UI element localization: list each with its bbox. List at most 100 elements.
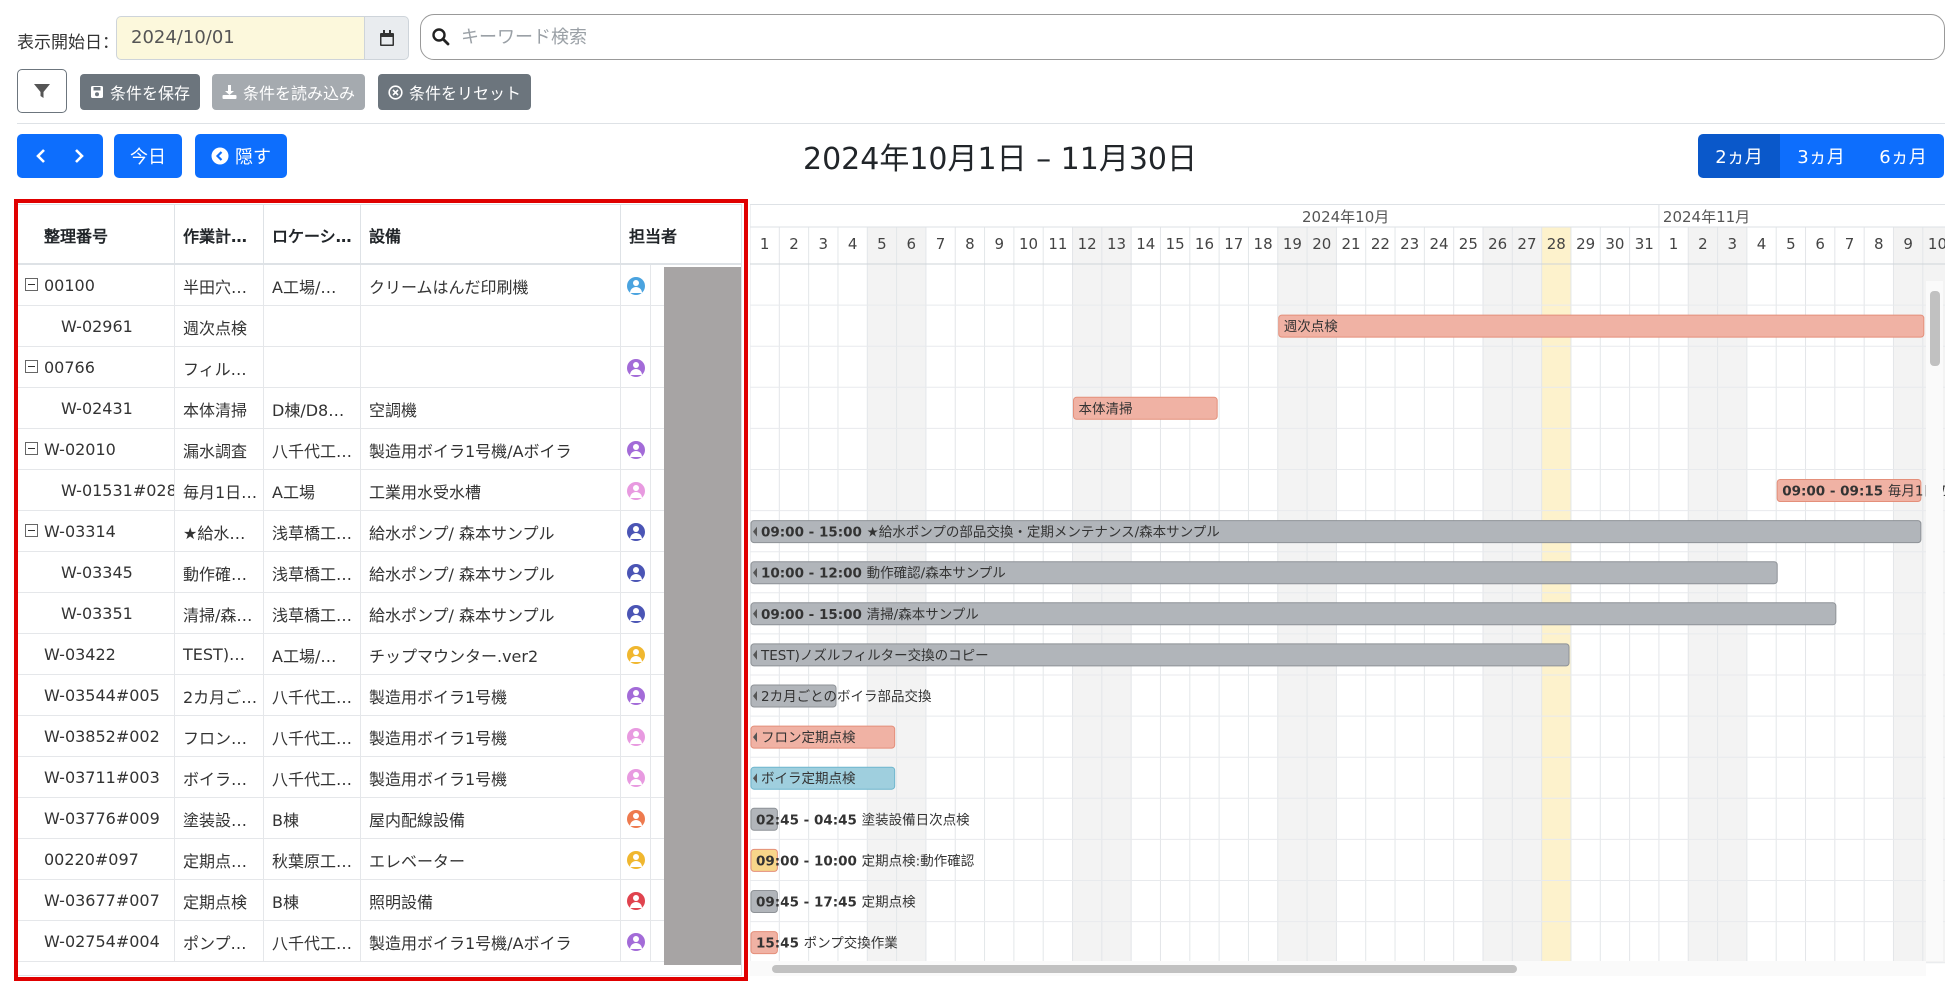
close-circle-icon [388, 84, 403, 100]
horizontal-scrollbar[interactable] [750, 961, 1926, 976]
event-label: 09:00 - 15:00 清掃/森本サンプル [761, 606, 979, 623]
day-label: 22 [1371, 235, 1390, 253]
day-label: 2 [1698, 235, 1708, 253]
filter-bar: 表示開始日： 2024/10/01 条件を保存 条件を読み込み [0, 0, 1950, 130]
event-time: 09:45 - 17:45 [756, 895, 862, 911]
row-location: 八千代工… [264, 921, 361, 962]
start-date-label: 表示開始日： [17, 33, 119, 53]
row-id: W-03345 [61, 563, 133, 582]
event-title: ポンプ交換作業 [804, 935, 899, 952]
event-title: 塗装設備日次点検 [862, 811, 970, 828]
table-row[interactable]: W-02431 本体清掃 D棟/D8… 空調機 [18, 388, 741, 429]
weekend-column [896, 227, 926, 963]
table-row[interactable]: W-03852#002 フロン… 八千代工… 製造用ボイラ1号機 [18, 716, 741, 757]
user-avatar-icon [626, 481, 645, 500]
table-row[interactable]: W-02754#004 ポンプ… 八千代工… 製造用ボイラ1号機/Aボイラ [18, 921, 741, 962]
event-label: 09:00 - 15:00 ★給水ポンプの部品交換・定期メンテナンス/森本サンプ… [761, 524, 1220, 541]
table-row[interactable]: W-03711#003 ボイラ… 八千代工… 製造用ボイラ1号機 [18, 757, 741, 798]
view-2-months[interactable]: 2ヵ月 [1698, 134, 1780, 178]
collapse-toggle-icon[interactable] [25, 442, 38, 455]
row-id: 00220#097 [44, 850, 139, 869]
day-label: 29 [1576, 235, 1595, 253]
horizontal-scroll-thumb[interactable] [772, 965, 1517, 973]
save-icon [91, 86, 103, 98]
table-row[interactable]: W-01531#028 毎月1日… A工場 工業用水受水槽 [18, 470, 741, 511]
row-id: W-03677#007 [44, 891, 160, 910]
collapse-toggle-icon[interactable] [25, 360, 38, 373]
row-plan: ポンプ… [175, 921, 264, 962]
event-title: 定期点検 [862, 895, 916, 911]
row-id-cell: W-03776#009 [18, 798, 175, 839]
month-label: 2024年11月 [1663, 208, 1750, 226]
calendar-icon [379, 29, 394, 46]
table-row[interactable]: 00220#097 定期点… 秋葉原工… エレベーター [18, 839, 741, 880]
row-equipment [361, 347, 621, 388]
table-row[interactable]: W-03677#007 定期点検 B棟 照明設備 [18, 880, 741, 921]
row-assignee [621, 470, 651, 511]
col-header-assignee[interactable]: 担当者 [621, 205, 741, 265]
col-header-equipment[interactable]: 設備 [361, 205, 621, 265]
event-label: 09:00 - 09:15 毎月1日の [1782, 484, 1945, 500]
filter-button[interactable] [17, 69, 67, 113]
search-input[interactable] [461, 21, 1921, 53]
row-assignee [621, 593, 651, 634]
reset-conditions-button[interactable]: 条件をリセット [378, 74, 532, 110]
row-equipment: クリームはんだ印刷機 [361, 265, 621, 306]
day-label: 31 [1635, 235, 1654, 253]
table-row[interactable]: W-03314 ★給水… 浅草橋工… 給水ポンプ/ 森本サンプル [18, 511, 741, 552]
row-plan: 動作確… [175, 552, 264, 593]
col-header-plan[interactable]: 作業計… [175, 205, 264, 265]
start-date-input[interactable]: 2024/10/01 [116, 16, 364, 60]
event-time: 15:45 [756, 936, 804, 952]
event-label: ボイラ定期点検 [761, 771, 856, 787]
row-equipment: 給水ポンプ/ 森本サンプル [361, 593, 621, 634]
table-row[interactable]: W-02961 週次点検 [18, 306, 741, 347]
prev-button[interactable] [22, 134, 60, 178]
row-equipment: 製造用ボイラ1号機/Aボイラ [361, 921, 621, 962]
row-equipment: 給水ポンプ/ 森本サンプル [361, 552, 621, 593]
row-id: W-01531#028 [61, 481, 175, 500]
load-conditions-button[interactable]: 条件を読み込み [212, 74, 366, 110]
table-row[interactable]: 00100 半田穴… A工場/… クリームはんだ印刷機 [18, 265, 741, 306]
keyword-search[interactable] [420, 14, 1945, 60]
table-row[interactable]: W-02010 漏水調査 八千代工… 製造用ボイラ1号機/Aボイラ [18, 429, 741, 470]
day-label: 17 [1224, 235, 1243, 253]
view-3-months[interactable]: 3ヵ月 [1780, 134, 1862, 178]
collapse-toggle-icon[interactable] [25, 278, 38, 291]
calendar-button[interactable] [364, 16, 409, 60]
collapse-toggle-icon[interactable] [25, 524, 38, 537]
row-assignee [621, 388, 651, 429]
user-avatar-icon [626, 932, 645, 951]
row-id-cell: W-03544#005 [18, 675, 175, 716]
view-6-months[interactable]: 6ヵ月 [1862, 134, 1944, 178]
row-id-cell: W-03852#002 [18, 716, 175, 757]
row-equipment: 給水ポンプ/ 森本サンプル [361, 511, 621, 552]
row-id-cell: W-03677#007 [18, 880, 175, 921]
next-button[interactable] [60, 134, 98, 178]
table-row[interactable]: W-03544#005 2カ月ご… 八千代工… 製造用ボイラ1号機 [18, 675, 741, 716]
table-row[interactable]: 00766 フィル… [18, 347, 741, 388]
vertical-scrollbar[interactable] [1926, 281, 1943, 961]
user-avatar-icon [626, 604, 645, 623]
user-avatar-icon [626, 645, 645, 664]
table-row[interactable]: W-03776#009 塗装設… B棟 屋内配線設備 [18, 798, 741, 839]
col-header-location[interactable]: ロケーシ… [264, 205, 361, 265]
col-header-id[interactable]: 整理番号 [18, 205, 175, 265]
event-title: フロン定期点検 [761, 730, 856, 746]
row-equipment: チップマウンター.ver2 [361, 634, 621, 675]
save-conditions-button[interactable]: 条件を保存 [80, 74, 201, 110]
today-button[interactable]: 今日 [114, 134, 182, 178]
hide-button[interactable]: 隠す [195, 134, 287, 178]
weekend-column [867, 227, 897, 963]
gantt-canvas: 2024年10月1 2 3 4 5 6 7 8 9 10 11 12 13 14 15 16 17 18 19 20 2… [750, 205, 1945, 964]
vertical-scroll-thumb[interactable] [1930, 291, 1940, 366]
table-row[interactable]: W-03422 TEST)… A工場/… チップマウンター.ver2 [18, 634, 741, 675]
table-row[interactable]: W-03351 清掃/森… 浅草橋工… 給水ポンプ/ 森本サンプル [18, 593, 741, 634]
event-time: 09:00 - 15:00 [761, 525, 867, 541]
chevron-left-icon [36, 149, 45, 163]
event-title: TEST)ノズルフィルター交換のコピー [760, 647, 989, 664]
row-id: W-02431 [61, 399, 133, 418]
row-assignee [621, 757, 651, 798]
day-label: 25 [1459, 235, 1478, 253]
table-row[interactable]: W-03345 動作確… 浅草橋工… 給水ポンプ/ 森本サンプル [18, 552, 741, 593]
